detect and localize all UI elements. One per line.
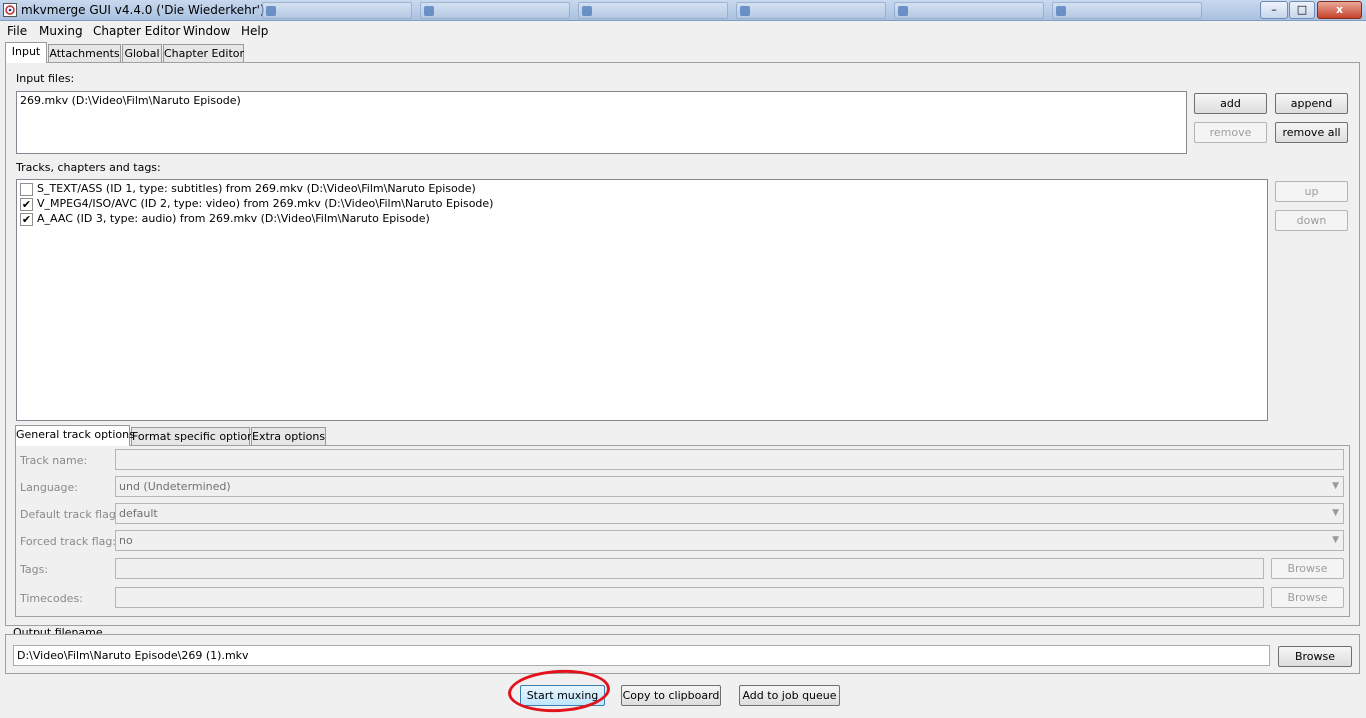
checkmark-icon: ✔ bbox=[21, 212, 32, 226]
tracks-list[interactable]: S_TEXT/ASS (ID 1, type: subtitles) from … bbox=[16, 179, 1268, 421]
tags-label: Tags: bbox=[20, 563, 49, 576]
tags-browse-button[interactable]: Browse bbox=[1271, 558, 1344, 579]
track-3-checkbox[interactable]: ✔ bbox=[20, 212, 33, 226]
track-3-label: A_AAC (ID 3, type: audio) from 269.mkv (… bbox=[37, 212, 430, 225]
remove-button[interactable]: remove bbox=[1194, 122, 1267, 143]
timecodes-input[interactable] bbox=[115, 587, 1264, 608]
task-chip bbox=[894, 2, 1044, 19]
tab-global[interactable]: Global bbox=[122, 44, 162, 63]
close-button[interactable]: x bbox=[1317, 1, 1362, 19]
task-chip bbox=[736, 2, 886, 19]
up-button[interactable]: up bbox=[1275, 181, 1348, 202]
mkvmerge-app-icon bbox=[3, 3, 17, 17]
menu-window[interactable]: Window bbox=[183, 24, 230, 38]
maximize-icon: □ bbox=[1296, 3, 1308, 16]
menu-bar: File Muxing Chapter Editor Window Help bbox=[0, 22, 1366, 41]
forced-track-flag-select[interactable]: no ▼ bbox=[115, 530, 1344, 551]
task-chip bbox=[262, 2, 412, 19]
down-button[interactable]: down bbox=[1275, 210, 1348, 231]
copy-to-clipboard-button[interactable]: Copy to clipboard bbox=[621, 685, 721, 706]
default-flag-value: default bbox=[119, 507, 158, 520]
track-2-checkbox[interactable]: ✔ bbox=[20, 197, 33, 211]
window-title: mkvmerge GUI v4.4.0 ('Die Wiederkehr') bbox=[21, 3, 265, 17]
append-button[interactable]: append bbox=[1275, 93, 1348, 114]
track-1-checkbox[interactable] bbox=[20, 182, 33, 196]
list-item[interactable]: 269.mkv (D:\Video\Film\Naruto Episode) bbox=[20, 94, 241, 109]
task-chip bbox=[420, 2, 570, 19]
tab-chapter-editor[interactable]: Chapter Editor bbox=[163, 44, 244, 63]
language-select[interactable]: und (Undetermined) ▼ bbox=[115, 476, 1344, 497]
timecodes-browse-button[interactable]: Browse bbox=[1271, 587, 1344, 608]
task-chip bbox=[578, 2, 728, 19]
tab-input[interactable]: Input bbox=[5, 42, 47, 63]
add-button[interactable]: add bbox=[1194, 93, 1267, 114]
language-label: Language: bbox=[20, 481, 78, 494]
background-taskbar-strip bbox=[262, 2, 1252, 19]
default-track-flag-select[interactable]: default ▼ bbox=[115, 503, 1344, 524]
minimize-button[interactable]: – bbox=[1260, 1, 1288, 19]
window-icon bbox=[582, 6, 592, 16]
task-chip bbox=[1052, 2, 1202, 19]
tab-extra-options[interactable]: Extra options bbox=[251, 427, 326, 446]
language-value: und (Undetermined) bbox=[119, 480, 231, 493]
track-row-1[interactable]: S_TEXT/ASS (ID 1, type: subtitles) from … bbox=[20, 182, 476, 197]
title-bar: mkvmerge GUI v4.4.0 ('Die Wiederkehr') –… bbox=[0, 0, 1366, 21]
track-row-2[interactable]: ✔ V_MPEG4/ISO/AVC (ID 2, type: video) fro… bbox=[20, 197, 493, 212]
track-name-input[interactable] bbox=[115, 449, 1344, 470]
track-row-3[interactable]: ✔ A_AAC (ID 3, type: audio) from 269.mkv … bbox=[20, 212, 430, 227]
default-track-flag-label: Default track flag: bbox=[20, 508, 120, 521]
input-files-label: Input files: bbox=[16, 72, 75, 85]
checkmark-icon: ✔ bbox=[21, 197, 32, 211]
window-icon bbox=[266, 6, 276, 16]
window-icon bbox=[740, 6, 750, 16]
dropdown-arrow-icon: ▼ bbox=[1332, 508, 1339, 518]
track-1-label: S_TEXT/ASS (ID 1, type: subtitles) from … bbox=[37, 182, 476, 195]
menu-help[interactable]: Help bbox=[241, 24, 268, 38]
tags-input[interactable] bbox=[115, 558, 1264, 579]
tab-general-track-options[interactable]: General track options bbox=[15, 425, 135, 446]
tab-format-specific-options[interactable]: Format specific options bbox=[131, 427, 260, 446]
tracks-label: Tracks, chapters and tags: bbox=[16, 161, 161, 174]
menu-file[interactable]: File bbox=[7, 24, 27, 38]
window-icon bbox=[898, 6, 908, 16]
track-name-label: Track name: bbox=[20, 454, 88, 467]
maximize-button[interactable]: □ bbox=[1289, 1, 1315, 19]
window-icon bbox=[1056, 6, 1066, 16]
track-2-label: V_MPEG4/ISO/AVC (ID 2, type: video) from… bbox=[37, 197, 494, 210]
timecodes-label: Timecodes: bbox=[20, 592, 83, 605]
dropdown-arrow-icon: ▼ bbox=[1332, 535, 1339, 545]
output-filename-input[interactable]: D:\Video\Film\Naruto Episode\269 (1).mkv bbox=[13, 645, 1270, 666]
menu-chapter-editor[interactable]: Chapter Editor bbox=[93, 24, 180, 38]
add-to-job-queue-button[interactable]: Add to job queue bbox=[739, 685, 840, 706]
forced-track-flag-label: Forced track flag: bbox=[20, 535, 117, 548]
menu-muxing[interactable]: Muxing bbox=[39, 24, 83, 38]
input-files-list[interactable]: 269.mkv (D:\Video\Film\Naruto Episode) bbox=[16, 91, 1187, 154]
start-muxing-button[interactable]: Start muxing bbox=[520, 685, 605, 706]
dropdown-arrow-icon: ▼ bbox=[1332, 481, 1339, 491]
forced-flag-value: no bbox=[119, 534, 133, 547]
minimize-icon: – bbox=[1271, 3, 1277, 16]
window-icon bbox=[424, 6, 434, 16]
remove-all-button[interactable]: remove all bbox=[1275, 122, 1348, 143]
close-icon: x bbox=[1335, 3, 1344, 16]
output-browse-button[interactable]: Browse bbox=[1278, 646, 1352, 667]
tab-attachments[interactable]: Attachments bbox=[48, 44, 121, 63]
